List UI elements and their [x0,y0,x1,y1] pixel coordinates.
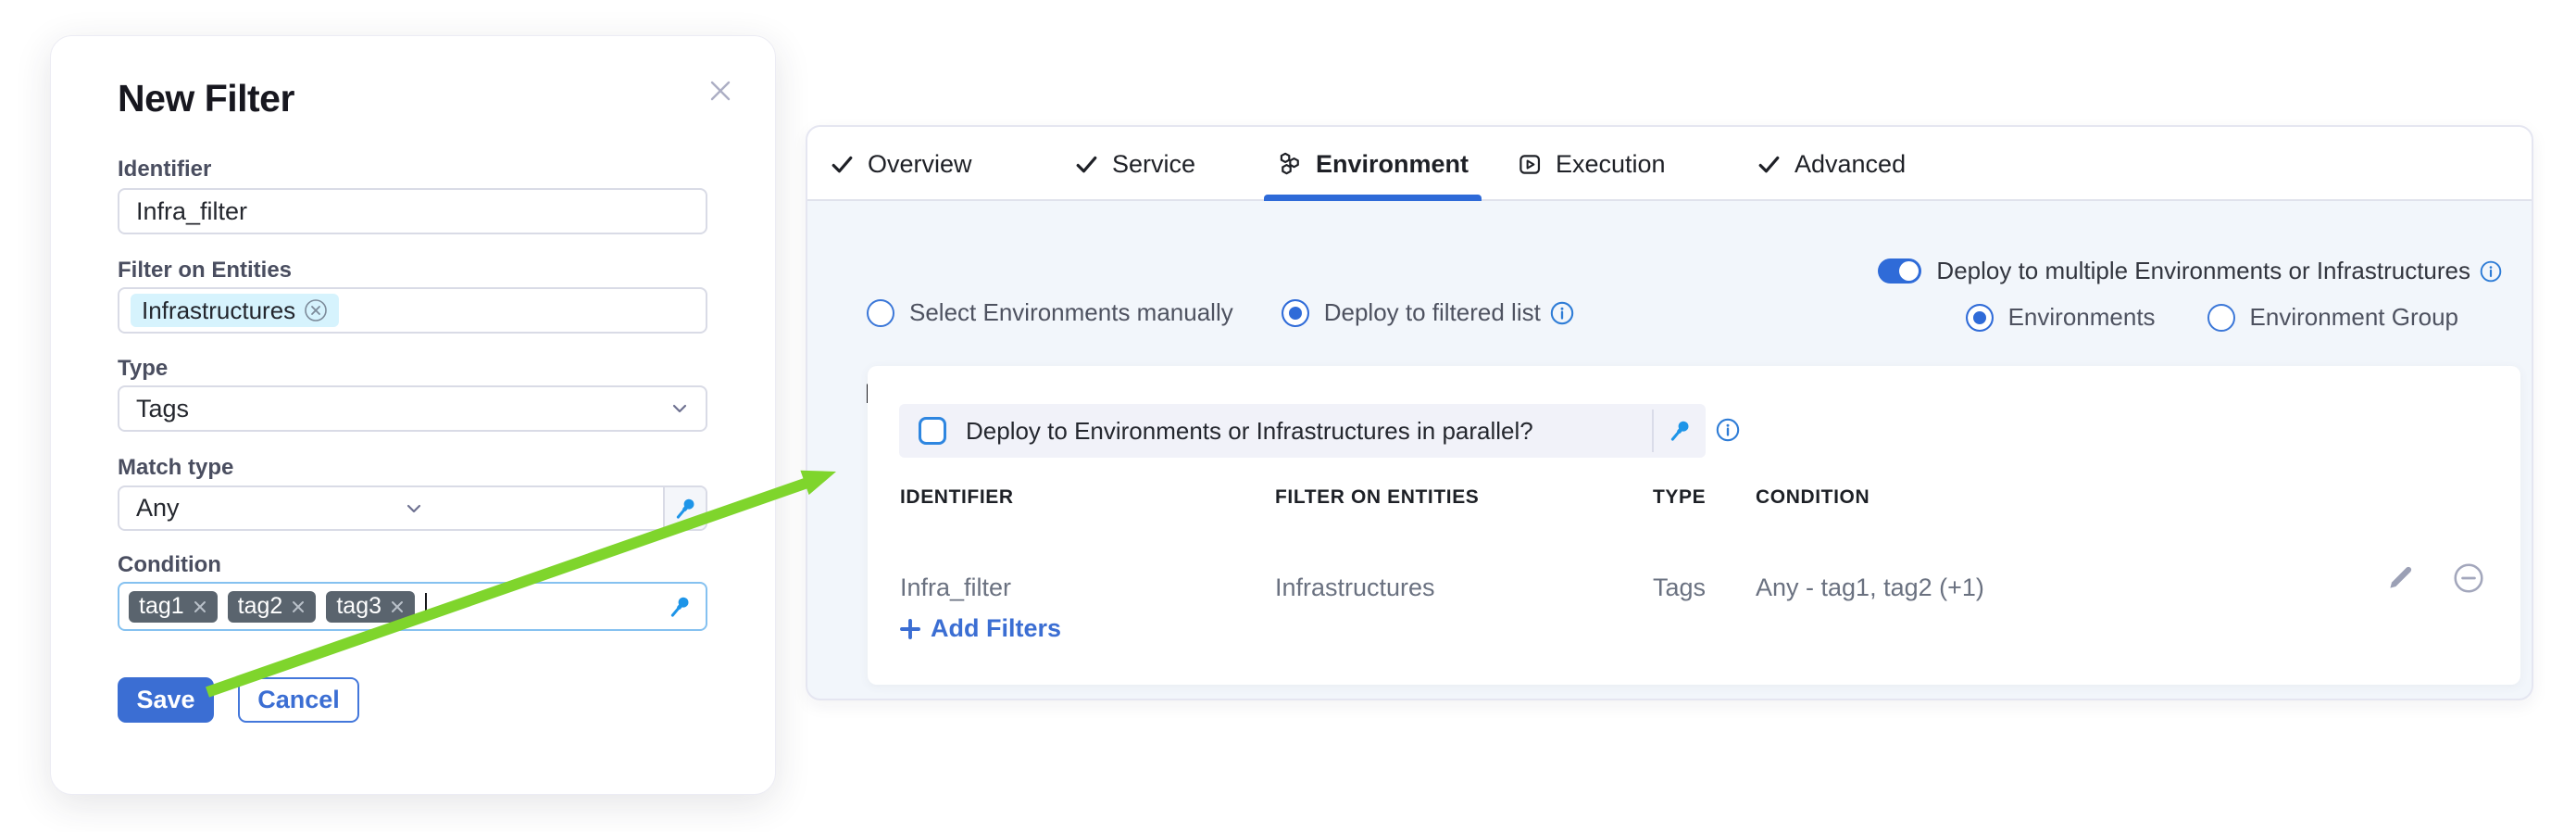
tab-service[interactable]: Service [1074,127,1195,201]
radio-environments[interactable] [1966,304,1994,332]
info-icon[interactable] [2480,260,2502,283]
cell-identifier: Infra_filter [900,574,1011,602]
save-button[interactable]: Save [118,677,214,723]
tag-label: tag1 [139,593,184,620]
pin-icon [1667,418,1693,444]
col-identifier: IDENTIFIER [900,486,1014,509]
condition-tag-chip: tag1 [129,591,218,623]
check-icon [1074,152,1099,177]
radio-label: Environments [2008,303,2156,332]
pin-runtime-input-button[interactable] [667,594,693,620]
entities-chip-label: Infrastructures [142,296,295,325]
tab-overview[interactable]: Overview [830,127,972,201]
text-cursor [425,593,427,621]
plus-icon [899,618,921,640]
page: New Filter Identifier Infra_filter Filte… [0,0,2576,832]
parallel-checkbox[interactable] [919,417,946,445]
modal-title: New Filter [118,77,294,120]
environment-select-mode-radios: Select Environments manually Deploy to f… [867,298,1574,327]
tab-label: Service [1112,150,1195,179]
match-type-label: Match type [118,455,233,481]
chevron-down-icon [669,397,691,420]
edit-filter-button[interactable] [2386,562,2416,592]
tab-label: Advanced [1794,150,1906,179]
type-label: Type [118,356,168,382]
condition-tag-chip: tag2 [228,591,317,623]
pin-icon [667,594,693,620]
pencil-icon [2386,562,2416,592]
cell-filter-on-entities: Infrastructures [1275,574,1435,602]
radio-label: Environment Group [2250,303,2458,332]
type-select[interactable]: Tags [118,385,707,432]
entities-chip: Infrastructures [131,294,339,327]
remove-filter-button[interactable] [2453,562,2484,594]
match-type-value: Any [119,494,180,523]
entities-label: Filter on Entities [118,258,292,284]
pin-icon [672,496,698,522]
add-filters-button[interactable]: Add Filters [899,614,1061,643]
col-filter-on-entities: FILTER ON ENTITIES [1275,486,1479,509]
cell-type: Tags [1653,574,1706,602]
type-value: Tags [119,395,189,423]
tab-advanced[interactable]: Advanced [1757,127,1906,201]
tab-label: Overview [868,150,972,179]
toggle-knob [1899,261,1919,281]
condition-label: Condition [118,552,221,578]
radio-environment-group[interactable] [2207,304,2235,332]
add-filters-label: Add Filters [931,614,1061,643]
stage-tabbar: Overview Service Environment [807,127,2532,201]
pipeline-stage-panel: Overview Service Environment [806,125,2533,700]
toggle-label: Deploy to multiple Environments or Infra… [1936,257,2470,285]
condition-tag-chip: tag3 [326,591,415,623]
radio-label: Deploy to filtered list [1324,298,1541,327]
entities-input[interactable]: Infrastructures [118,287,707,334]
tab-label: Environment [1316,150,1469,179]
info-icon[interactable] [1550,301,1574,325]
tab-environment[interactable]: Environment [1264,127,1482,201]
identifier-input[interactable]: Infra_filter [118,188,707,234]
check-icon [1757,152,1782,177]
cell-condition: Any - tag1, tag2 (+1) [1756,574,1984,602]
check-icon [830,152,855,177]
execution-icon [1518,152,1543,177]
remove-tag-icon[interactable] [193,599,207,614]
tag-label: tag3 [336,593,381,620]
identifier-value: Infra_filter [119,197,247,226]
col-type: TYPE [1653,486,1706,509]
close-icon[interactable] [705,75,736,107]
environment-kind-radios: Environments Environment Group [1966,303,2458,332]
multi-env-toggle[interactable] [1878,258,1921,284]
divider [1652,410,1654,452]
info-icon[interactable] [1716,418,1740,442]
chevron-down-icon [403,498,425,520]
multi-env-toggle-row: Deploy to multiple Environments or Infra… [1878,257,2502,285]
environment-icon [1277,151,1303,177]
parallel-checkbox-strip: Deploy to Environments or Infrastructure… [899,404,1706,458]
tag-label: tag2 [238,593,283,620]
tab-label: Execution [1556,150,1666,179]
remove-tag-icon[interactable] [291,599,306,614]
radio-select-manually[interactable] [867,299,894,327]
pin-runtime-input-button[interactable] [1667,418,1693,444]
minus-circle-icon [2453,562,2484,594]
pin-runtime-input-button[interactable] [663,487,706,529]
cancel-button[interactable]: Cancel [238,677,359,723]
identifier-label: Identifier [118,157,211,183]
radio-deploy-filtered[interactable] [1282,299,1309,327]
new-filter-modal: New Filter Identifier Infra_filter Filte… [50,35,776,795]
condition-input[interactable]: tag1 tag2 tag3 [118,582,707,631]
tab-execution[interactable]: Execution [1518,127,1666,201]
parallel-checkbox-label: Deploy to Environments or Infrastructure… [966,417,1533,446]
match-type-select[interactable]: Any [118,485,707,531]
col-condition: CONDITION [1756,486,1869,509]
remove-circle-icon[interactable] [304,298,328,322]
radio-label: Select Environments manually [909,298,1233,327]
filters-card: Deploy to Environments or Infrastructure… [868,366,2520,685]
remove-tag-icon[interactable] [390,599,405,614]
